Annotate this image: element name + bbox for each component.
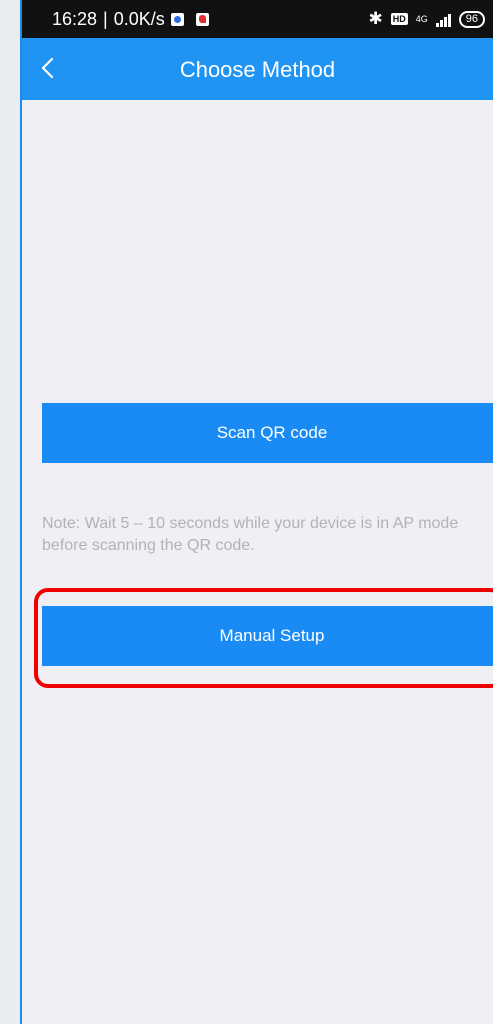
status-separator: | <box>103 9 108 29</box>
message-notification-icon <box>170 13 184 26</box>
signal-icon <box>435 11 451 27</box>
bluetooth-icon: ✱ <box>368 9 383 28</box>
status-right: ✱ HD 4G 96 <box>368 9 485 29</box>
battery-icon: 96 <box>458 10 485 28</box>
phone-screen: 16:28 | 0.0K/s ✱ HD 4G 96 Choose Method … <box>20 0 493 1024</box>
note-text: Note: Wait 5 – 10 seconds while your dev… <box>42 515 459 554</box>
scan-qr-code-button[interactable]: Scan QR code <box>42 403 493 463</box>
app-header: Choose Method <box>22 38 493 100</box>
app-notification-icon <box>195 13 209 26</box>
page-title: Choose Method <box>179 57 336 82</box>
network-label: 4G <box>415 14 428 24</box>
status-bar: 16:28 | 0.0K/s ✱ HD 4G 96 <box>22 0 493 38</box>
status-left: 16:28 | 0.0K/s <box>52 9 209 30</box>
status-speed: 0.0K/s <box>113 9 165 29</box>
hd-icon: HD <box>390 13 408 25</box>
status-time: 16:28 <box>52 9 98 29</box>
manual-setup-button[interactable]: Manual Setup <box>42 606 493 666</box>
